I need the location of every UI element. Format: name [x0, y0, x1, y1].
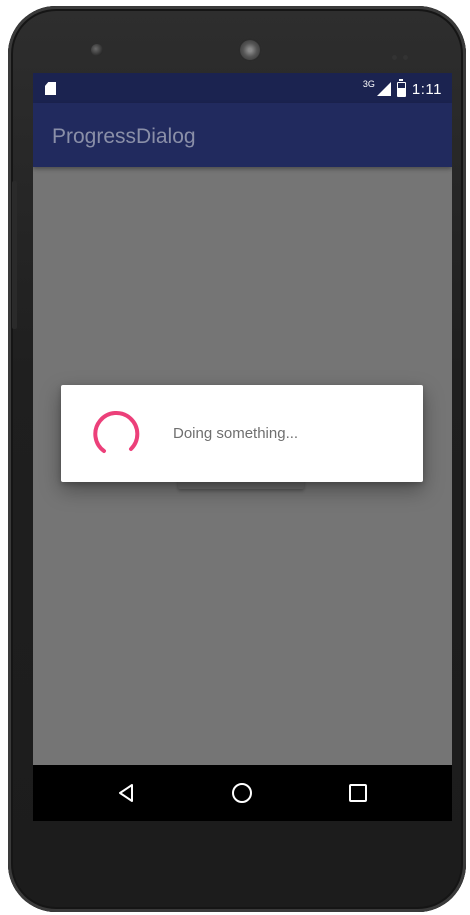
side-button: [12, 181, 17, 329]
dialog-message: Doing something...: [173, 425, 299, 442]
navigation-bar: [33, 765, 452, 821]
signal-icon: [376, 82, 391, 96]
sensor-icon: [392, 47, 416, 60]
clock: 1:11: [411, 80, 442, 98]
app-bar: ProgressDialog: [33, 103, 452, 167]
front-camera-icon: [91, 44, 103, 56]
back-button[interactable]: [112, 779, 140, 807]
home-icon: [232, 783, 252, 803]
battery-icon: [396, 78, 406, 97]
network-type-label: 3G: [362, 79, 375, 89]
recent-apps-icon: [349, 784, 367, 802]
progress-dialog: Doing something...: [61, 385, 423, 482]
speaker-icon: [238, 38, 262, 62]
status-indicators: 3G 1:11: [362, 78, 442, 99]
status-bar: 3G 1:11: [33, 73, 452, 103]
device-screen: 3G 1:11 ProgressDialog Doing something..…: [33, 73, 452, 821]
recent-apps-button[interactable]: [344, 779, 372, 807]
app-title: ProgressDialog: [52, 125, 196, 148]
sd-card-icon: [45, 82, 56, 95]
back-icon: [119, 784, 133, 802]
home-button[interactable]: [228, 779, 256, 807]
progress-spinner-icon: [93, 410, 140, 453]
